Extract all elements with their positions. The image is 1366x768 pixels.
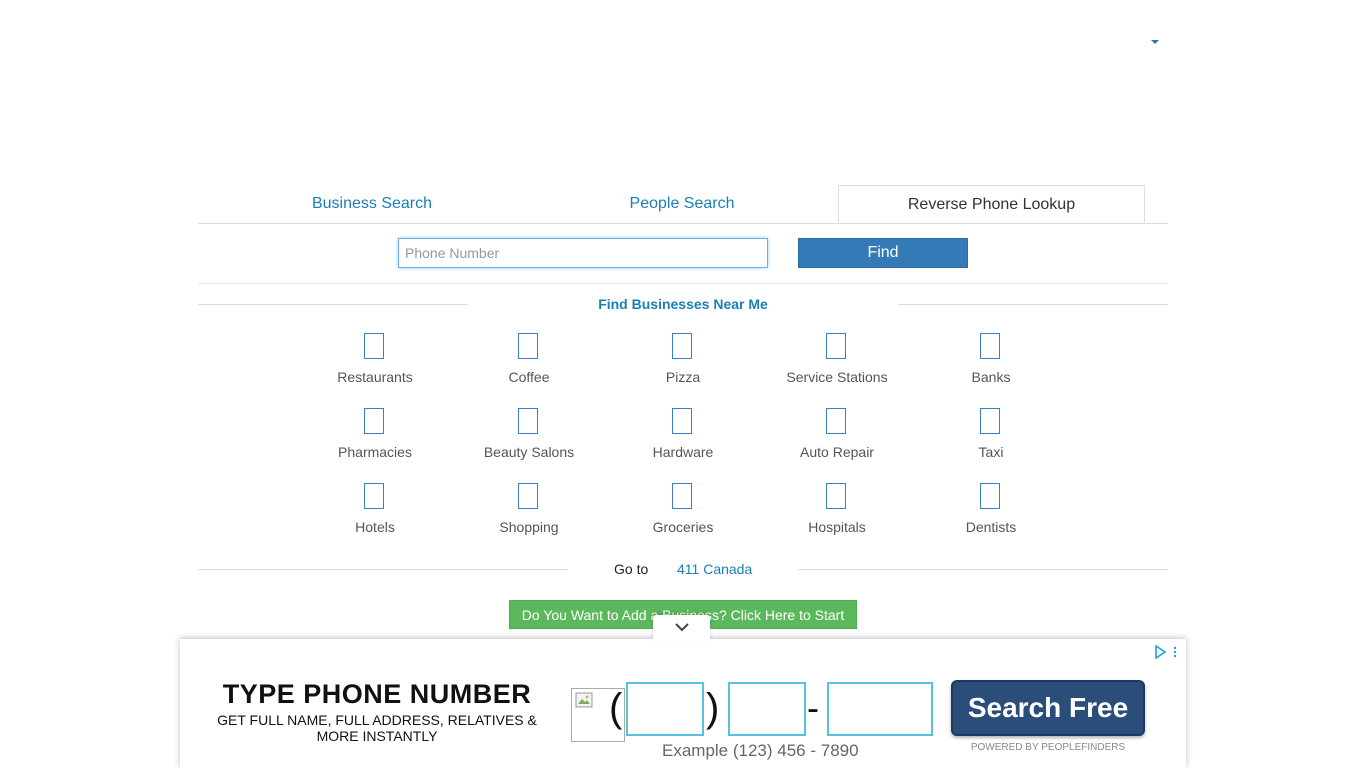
category-shopping[interactable]: Shopping bbox=[459, 483, 599, 543]
ad-powered-by: POWERED BY PEOPLEFINDERS bbox=[970, 742, 1126, 753]
tab-people-search[interactable]: People Search bbox=[528, 185, 836, 222]
beauty-salons-icon bbox=[518, 408, 538, 434]
category-label: Hardware bbox=[652, 444, 714, 460]
pharmacies-icon bbox=[364, 408, 384, 434]
ad-open-paren: ( bbox=[609, 686, 623, 730]
service-stations-icon bbox=[826, 333, 846, 359]
coffee-icon bbox=[518, 333, 538, 359]
category-restaurants[interactable]: Restaurants bbox=[305, 333, 445, 393]
ad-close-paren: ) bbox=[706, 686, 720, 730]
goto-label: Go to bbox=[614, 561, 649, 577]
category-hardware[interactable]: Hardware bbox=[613, 408, 753, 468]
ad-collapse-button[interactable] bbox=[653, 615, 710, 641]
category-label: Hotels bbox=[355, 519, 395, 535]
ad-area-code-field[interactable] bbox=[626, 682, 704, 736]
category-label: Hospitals bbox=[808, 519, 866, 535]
banks-icon bbox=[980, 333, 1000, 359]
find-button[interactable]: Find bbox=[798, 238, 968, 268]
category-pharmacies[interactable]: Pharmacies bbox=[305, 408, 445, 468]
auto-repair-icon bbox=[826, 408, 846, 434]
category-groceries[interactable]: Groceries bbox=[613, 483, 753, 543]
category-pizza[interactable]: Pizza bbox=[613, 333, 753, 393]
near-me-title: Find Businesses Near Me bbox=[598, 296, 768, 312]
dentists-icon bbox=[980, 483, 1000, 509]
ad-prefix-field[interactable] bbox=[728, 682, 806, 736]
ad-choices-icon[interactable] bbox=[1154, 644, 1178, 660]
divider bbox=[198, 283, 1168, 284]
ad-dash: - bbox=[807, 687, 819, 728]
groceries-icon bbox=[672, 483, 692, 509]
category-label: Dentists bbox=[965, 519, 1017, 535]
divider-left bbox=[198, 569, 568, 570]
restaurants-icon bbox=[364, 333, 384, 359]
page: Business Search People Search Reverse Ph… bbox=[0, 0, 1366, 768]
category-dentists[interactable]: Dentists bbox=[921, 483, 1061, 543]
taxi-icon bbox=[980, 408, 1000, 434]
category-label: Coffee bbox=[508, 369, 550, 385]
category-label: Pizza bbox=[665, 369, 701, 385]
category-label: Auto Repair bbox=[800, 444, 874, 460]
hardware-icon bbox=[672, 408, 692, 434]
hotels-icon bbox=[364, 483, 384, 509]
chevron-down-icon bbox=[674, 623, 689, 632]
category-service-stations[interactable]: Service Stations bbox=[767, 333, 907, 393]
ad-example-text: Example (123) 456 - 7890 bbox=[662, 741, 859, 760]
category-coffee[interactable]: Coffee bbox=[459, 333, 599, 393]
category-hotels[interactable]: Hotels bbox=[305, 483, 445, 543]
category-banks[interactable]: Banks bbox=[921, 333, 1061, 393]
search-tabs: Business Search People Search Reverse Ph… bbox=[198, 185, 1168, 224]
category-hospitals[interactable]: Hospitals bbox=[767, 483, 907, 543]
category-label: Beauty Salons bbox=[483, 444, 575, 460]
category-label: Restaurants bbox=[337, 369, 413, 385]
category-beauty-salons[interactable]: Beauty Salons bbox=[459, 408, 599, 468]
phone-number-input[interactable] bbox=[398, 238, 768, 268]
category-label: Pharmacies bbox=[338, 444, 412, 460]
category-label: Banks bbox=[971, 369, 1011, 385]
shopping-icon bbox=[518, 483, 538, 509]
category-label: Service Stations bbox=[786, 369, 888, 385]
pizza-icon bbox=[672, 333, 692, 359]
caret-down-icon[interactable] bbox=[1151, 40, 1159, 44]
category-label: Shopping bbox=[499, 519, 559, 535]
hospitals-icon bbox=[826, 483, 846, 509]
ad-subline: GET FULL NAME, FULL ADDRESS, RELATIVES &… bbox=[217, 712, 537, 744]
divider-left bbox=[198, 304, 468, 305]
category-auto-repair[interactable]: Auto Repair bbox=[767, 408, 907, 468]
category-label: Taxi bbox=[978, 444, 1004, 460]
divider-right bbox=[898, 304, 1168, 305]
tab-reverse-phone-lookup[interactable]: Reverse Phone Lookup bbox=[838, 185, 1145, 223]
ad-banner[interactable]: TYPE PHONE NUMBER GET FULL NAME, FULL AD… bbox=[180, 639, 1186, 768]
ad-line-number-field[interactable] bbox=[827, 682, 933, 736]
ad-headline: TYPE PHONE NUMBER bbox=[222, 679, 532, 709]
tab-business-search[interactable]: Business Search bbox=[218, 185, 526, 222]
category-label: Groceries bbox=[652, 519, 714, 535]
divider-right bbox=[798, 569, 1168, 570]
ad-search-free-button[interactable]: Search Free bbox=[951, 680, 1145, 736]
link-411-canada[interactable]: 411 Canada bbox=[677, 561, 752, 577]
category-taxi[interactable]: Taxi bbox=[921, 408, 1061, 468]
